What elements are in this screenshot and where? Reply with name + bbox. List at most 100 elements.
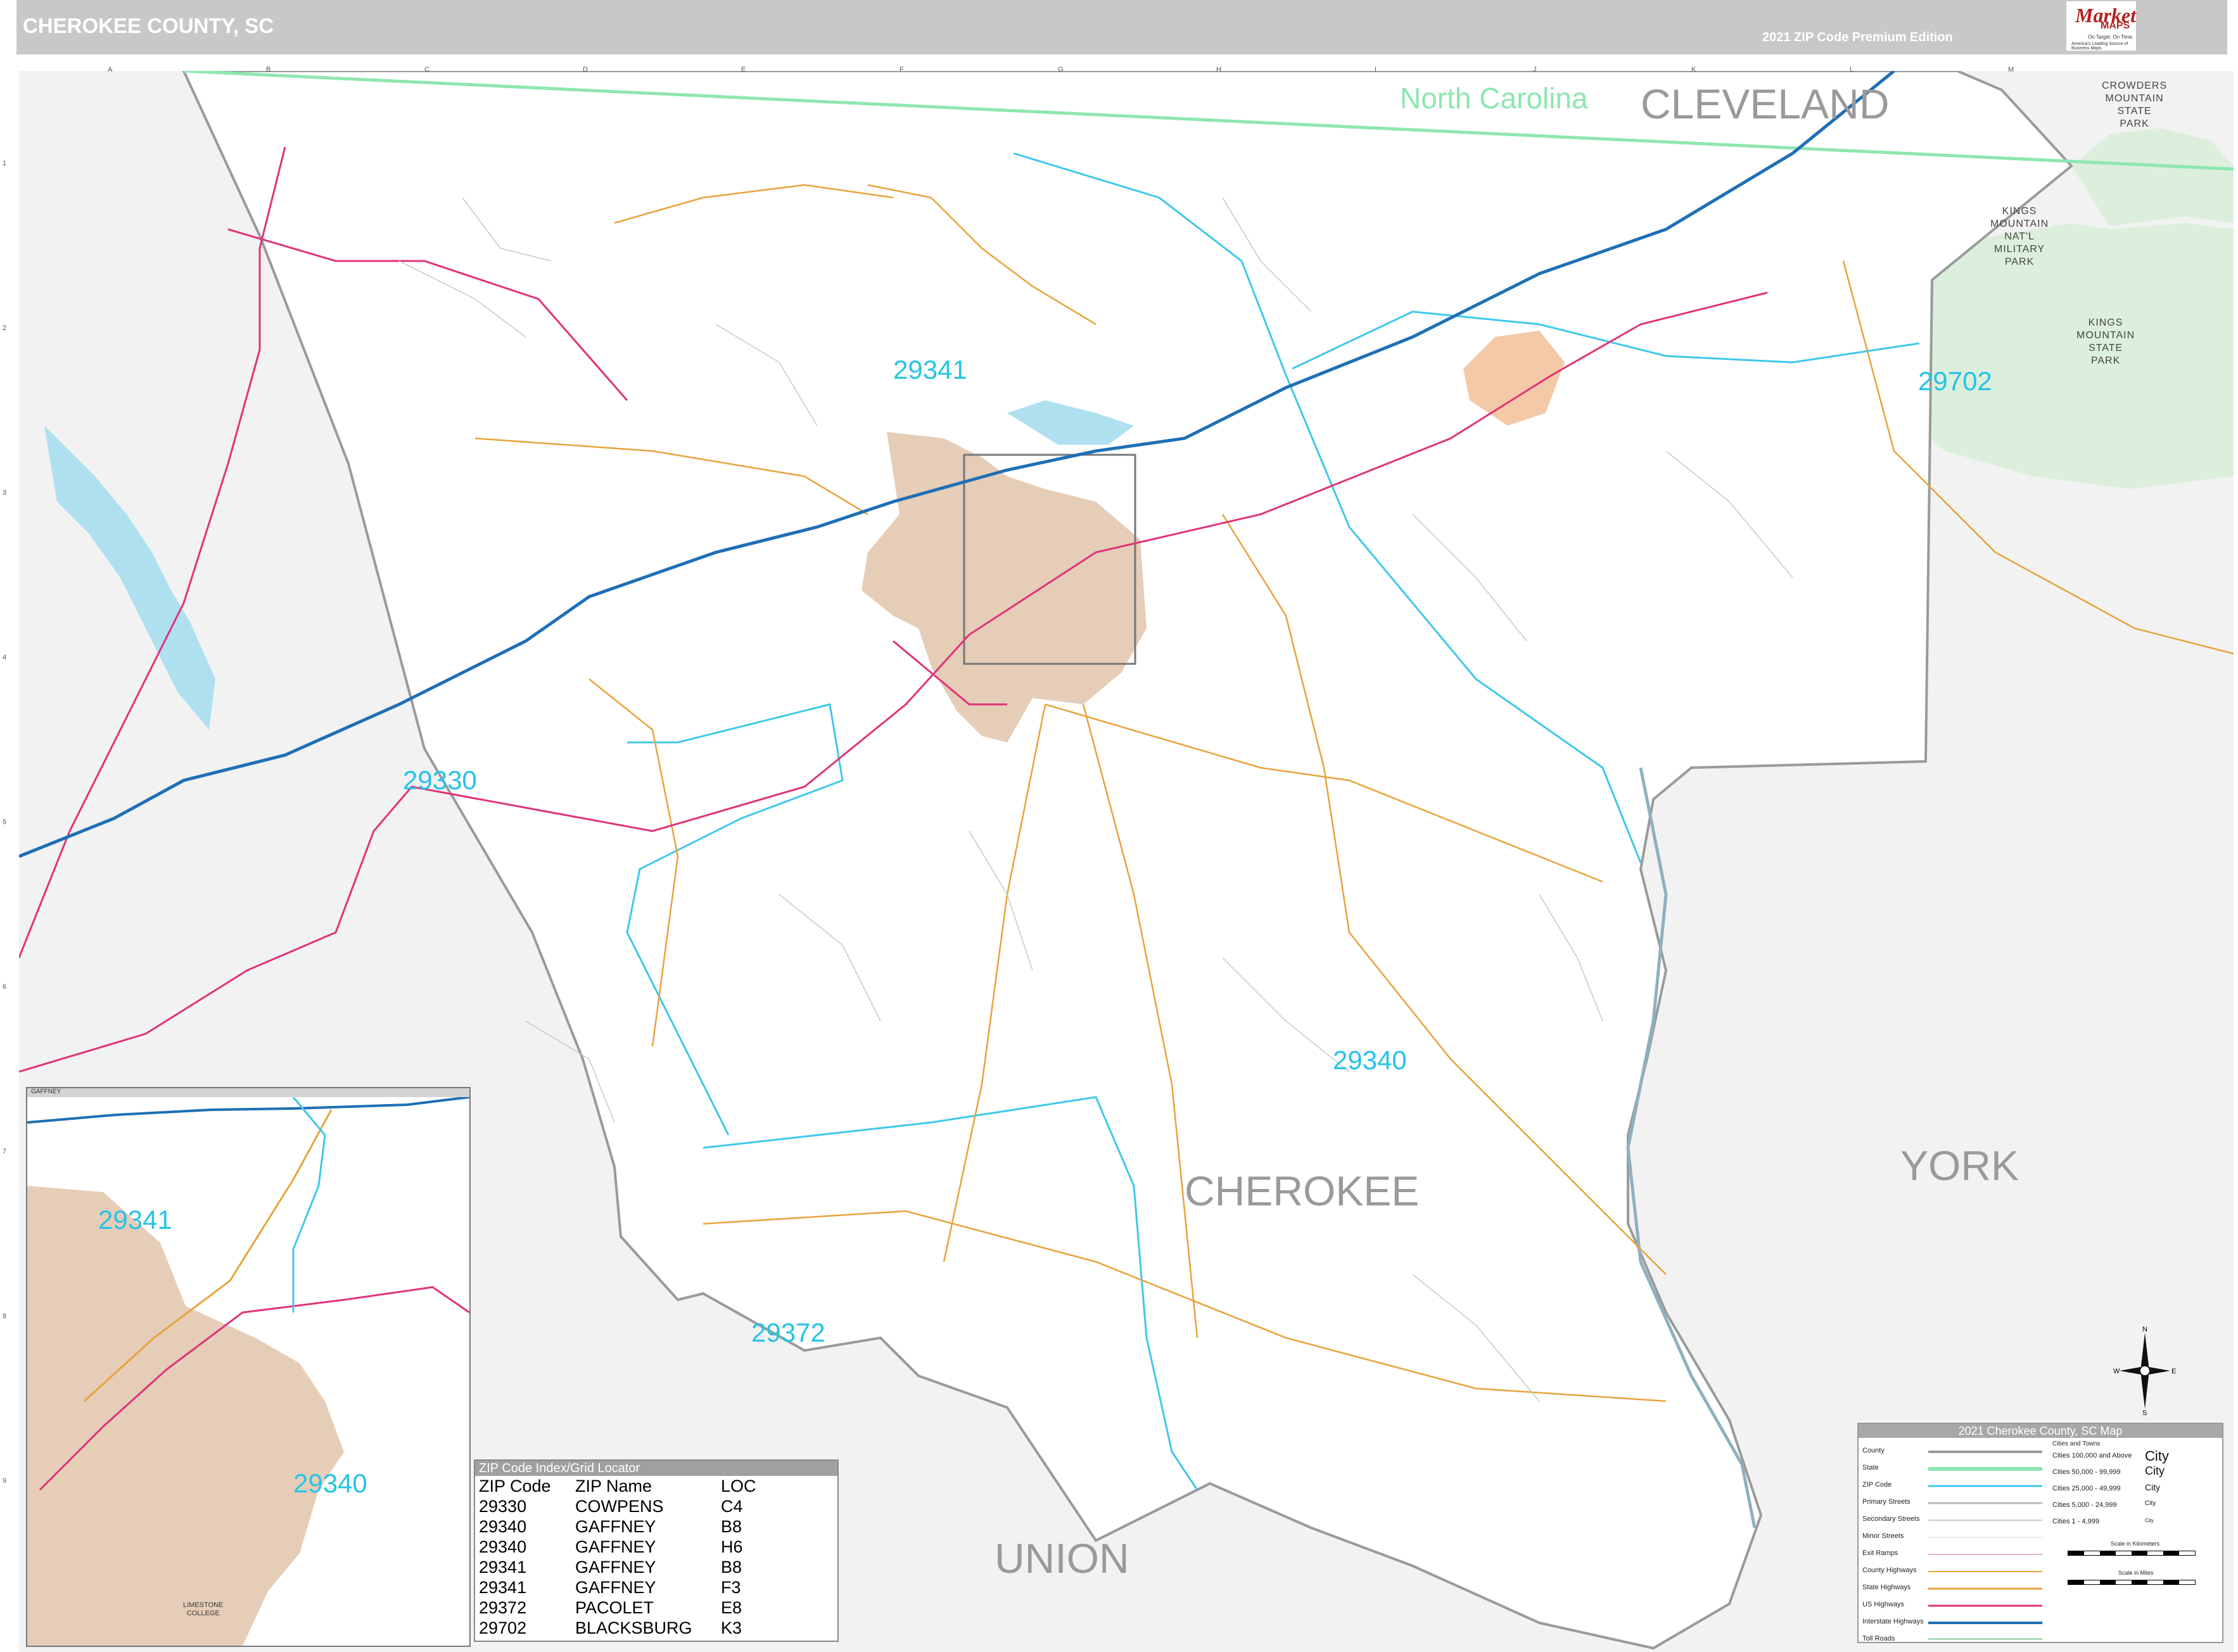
legend-city-50k: Cities 50,000 - 99,999 <box>2052 1468 2121 1476</box>
zip-code-cell: 29341 <box>479 1558 527 1577</box>
zip-name-cell: GAFFNEY <box>575 1558 656 1577</box>
legend-city-sample-5: City <box>2145 1518 2154 1523</box>
grid-col-e: E <box>741 66 746 73</box>
zip-name-cell: COWPENS <box>575 1497 664 1516</box>
table-row: 29341 GAFFNEY B8 <box>478 1557 756 1577</box>
compass-rose-icon: N S W E <box>2113 1326 2176 1415</box>
zip-name-cell: GAFFNEY <box>575 1517 656 1536</box>
park-kings-line2: MOUNTAIN <box>2076 330 2135 341</box>
legend-item-county: County <box>1862 1447 1885 1454</box>
grid-row-6: 6 <box>3 983 7 991</box>
map-title: CHEROKEE COUNTY, SC <box>23 14 274 37</box>
park-crowders-line4: PARK <box>2120 118 2149 129</box>
grid-col-b: B <box>266 66 271 73</box>
legend-city-sample-4: City <box>2145 1500 2156 1507</box>
county-label-union: UNION <box>995 1535 1129 1582</box>
compass-e: E <box>2171 1368 2176 1375</box>
legend-city-sample-3: City <box>2145 1482 2161 1492</box>
zip-index-header-code: ZIP Code <box>479 1477 551 1496</box>
logo-maps: MAPS <box>2101 20 2130 31</box>
park-kings-line1: KINGS <box>2088 317 2123 328</box>
legend-item-county-hwy: County Highways <box>1862 1566 1917 1574</box>
college-line2: COLLEGE <box>186 1610 220 1617</box>
legend-title: 2021 Cherokee County, SC Map <box>1859 1424 2222 1438</box>
legend-item-interstate: Interstate Highways <box>1862 1618 1924 1625</box>
legend-item-minor: Minor Streets <box>1862 1532 1904 1540</box>
grid-row-4: 4 <box>3 654 7 661</box>
legend-city-sample-2: City <box>2145 1465 2165 1477</box>
zip-loc-cell: B8 <box>721 1517 742 1536</box>
legend-swatches <box>1928 1451 2042 1639</box>
zip-code-index: ZIP Code Index/Grid Locator ZIP Code ZIP… <box>474 1459 839 1642</box>
legend-item-state: State <box>1862 1464 1879 1471</box>
grid-col-g: G <box>1058 66 1064 73</box>
zip-label-29330: 29330 <box>403 765 477 795</box>
scale-bar-mi <box>2068 1580 2196 1585</box>
map-header: CHEROKEE COUNTY, SC 2021 ZIP Code Premiu… <box>16 0 2227 54</box>
zip-label-29702: 29702 <box>1918 366 1992 396</box>
zip-name-cell: BLACKSBURG <box>575 1618 692 1637</box>
grid-col-f: F <box>900 66 904 73</box>
zip-code-cell: 29341 <box>479 1578 527 1597</box>
table-row: 29340 GAFFNEY B8 <box>478 1516 756 1537</box>
grid-row-8: 8 <box>3 1312 7 1320</box>
logo-tagline2: America's Leading Source of Business Map… <box>2071 42 2128 51</box>
gaffney-inset-map[interactable]: GAFFNEY 29341 29340 LIMESTONE COLLEGE <box>26 1087 471 1647</box>
legend-item-us-hwy: US Highways <box>1862 1601 1905 1608</box>
compass-s: S <box>2142 1409 2147 1415</box>
park-label-kings-state: KINGS MOUNTAIN STATE PARK <box>2076 317 2135 367</box>
zip-index-table: ZIP Code ZIP Name LOC 29330 COWPENS C4 293… <box>478 1476 756 1638</box>
zip-label-29340: 29340 <box>1333 1045 1407 1075</box>
park-kings-line3: STATE <box>2088 343 2123 353</box>
legend-item-secondary: Secondary Streets <box>1862 1515 1920 1523</box>
zip-index-title: ZIP Code Index/Grid Locator <box>475 1461 837 1476</box>
grid-row-9: 9 <box>3 1477 7 1485</box>
zip-index-header-name: ZIP Name <box>575 1477 652 1496</box>
table-row: 29330 COWPENS C4 <box>478 1496 756 1516</box>
grid-col-c: C <box>424 66 429 73</box>
zip-label-29341: 29341 <box>893 355 967 384</box>
park-military-line1: KINGS <box>2002 206 2037 217</box>
zip-label-29372: 29372 <box>751 1318 825 1347</box>
park-crowders-line3: STATE <box>2117 106 2152 117</box>
county-label-york: YORK <box>1900 1142 2019 1189</box>
grid-col-j: J <box>1533 66 1537 73</box>
legend-item-toll: Toll Roads <box>1862 1635 1895 1642</box>
inset-canvas <box>27 1097 469 1646</box>
legend-cities-header: Cities and Towns <box>2052 1440 2101 1447</box>
grid-row-1: 1 <box>3 160 7 167</box>
zip-index-header-loc: LOC <box>721 1477 756 1496</box>
zip-index-header-row: ZIP Code ZIP Name LOC <box>478 1476 756 1496</box>
legend-city-1: Cities 1 - 4,999 <box>2052 1518 2099 1525</box>
zip-loc-cell: C4 <box>721 1497 743 1516</box>
zip-name-cell: PACOLET <box>575 1598 654 1617</box>
legend-item-state-hwy: State Highways <box>1862 1584 1911 1591</box>
zip-code-cell: 29340 <box>479 1537 527 1556</box>
county-label-cherokee: CHEROKEE <box>1185 1167 1420 1214</box>
legend-scale-mi: Scale in Miles <box>2118 1570 2154 1576</box>
legend-city-sample-1: City <box>2145 1448 2169 1464</box>
grid-col-d: D <box>583 66 588 73</box>
legend-city-25k: Cities 25,000 - 49,999 <box>2052 1485 2121 1492</box>
inset-zip-label-29341: 29341 <box>98 1205 172 1235</box>
park-military-line2: MOUNTAIN <box>1990 219 2049 229</box>
inset-zip-boundary <box>292 1097 326 1312</box>
zip-loc-cell: B8 <box>721 1558 742 1577</box>
zip-loc-cell: F3 <box>721 1578 741 1597</box>
inset-interstate-line <box>27 1097 469 1124</box>
legend-city-5k: Cities 5,000 - 24,999 <box>2052 1501 2117 1509</box>
table-row: 29372 PACOLET E8 <box>478 1598 756 1618</box>
grid-col-m: M <box>2008 66 2014 73</box>
zip-loc-cell: H6 <box>721 1537 743 1556</box>
table-row: 29702 BLACKSBURG K3 <box>478 1618 756 1638</box>
zip-name-cell: GAFFNEY <box>575 1578 656 1597</box>
compass-n: N <box>2142 1326 2147 1333</box>
grid-col-l: L <box>1850 66 1854 73</box>
grid-col-k: K <box>1691 66 1696 73</box>
grid-col-a: A <box>108 66 113 73</box>
county-label-cleveland: CLEVELAND <box>1641 80 1890 127</box>
grid-row-5: 5 <box>3 818 7 826</box>
logo-tagline1: On Target. On Time. <box>2088 34 2133 40</box>
edition-label: 2021 ZIP Code Premium Edition <box>1762 30 1953 44</box>
legend-item-ramps: Exit Ramps <box>1862 1549 1898 1557</box>
